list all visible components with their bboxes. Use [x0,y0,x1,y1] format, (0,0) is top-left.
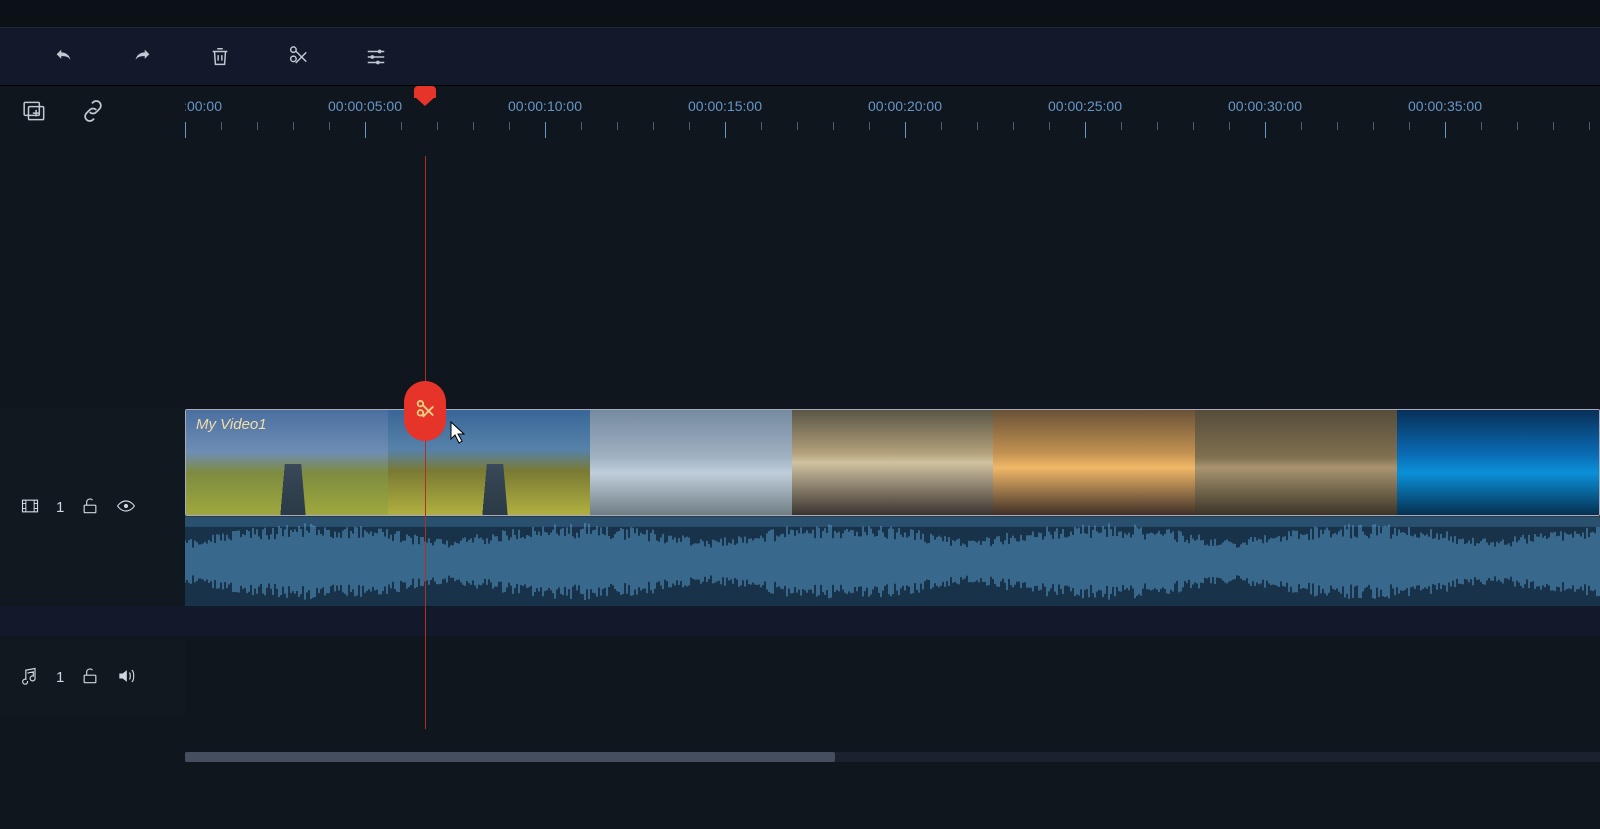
audio-track-header: 1 [0,640,185,715]
eye-icon [116,496,136,516]
video-track-header: 1 [0,409,185,606]
ruler-label: 00:00:15:00 [688,98,762,114]
clip-thumbnail [792,410,994,515]
ruler-label: 00:00:35:00 [1408,98,1482,114]
film-icon [20,496,40,520]
timeline-body: 1 My Video1 1 [0,156,1600,784]
timeline-ruler-row: 00:00:00:00 00:00:05:00 00:00:10:00 00:00:1… [0,86,1600,156]
video-track-row: 1 My Video1 [0,409,1600,606]
clip-label: My Video1 [196,416,267,433]
redo-icon [131,46,153,68]
add-track-button[interactable] [22,98,48,129]
audio-track-number: 1 [56,669,64,686]
ruler-label: 00:00:30:00 [1228,98,1302,114]
audio-track-content[interactable] [185,640,1600,715]
scrollbar-handle[interactable] [185,752,835,762]
scissors-icon [414,400,436,422]
scissors-icon [287,46,309,68]
timeline-scrollbar[interactable] [185,752,1600,762]
audio-track-row: 1 [0,640,1600,715]
video-track-number: 1 [56,499,64,516]
timeline-toolbar [0,28,1600,86]
ruler-label: 00:00:00:00 [185,98,222,114]
clip-audio-waveform[interactable] [185,516,1600,606]
settings-button[interactable] [362,43,390,71]
music-icon [20,666,40,690]
mute-button[interactable] [116,666,136,690]
timeline-ruler[interactable]: 00:00:00:00 00:00:05:00 00:00:10:00 00:00:1… [185,86,1600,156]
add-track-icon [22,98,48,124]
cut-button[interactable] [284,43,312,71]
delete-button[interactable] [206,43,234,71]
clip-thumbnail [590,410,792,515]
ruler-label: 00:00:10:00 [508,98,582,114]
ruler-label: 00:00:05:00 [328,98,402,114]
undo-button[interactable] [50,43,78,71]
sliders-icon [365,46,387,68]
ruler-left-controls [0,86,185,156]
visibility-button[interactable] [116,496,136,520]
tab-strip [0,0,1600,28]
clip-thumbnail [993,410,1195,515]
unlock-icon [80,496,100,516]
unlock-button[interactable] [80,496,100,520]
unlock-icon [80,666,100,686]
video-track-content[interactable]: My Video1 [185,409,1600,606]
empty-track-area [0,156,1600,409]
cut-marker[interactable] [404,381,446,441]
ruler-label: 00:00:25:00 [1048,98,1122,114]
speaker-icon [116,666,136,686]
clip-thumbnail [1397,410,1599,515]
clip-thumbnail [1195,410,1397,515]
undo-icon [53,46,75,68]
trash-icon [209,46,231,68]
playhead-handle[interactable] [414,86,436,106]
unlock-button[interactable] [80,666,100,690]
link-icon [80,98,106,124]
ruler-label: 00:00:20:00 [868,98,942,114]
video-clip[interactable]: My Video1 [185,409,1600,516]
link-button[interactable] [80,98,106,129]
clip-thumbnail: My Video1 [186,410,388,515]
redo-button[interactable] [128,43,156,71]
